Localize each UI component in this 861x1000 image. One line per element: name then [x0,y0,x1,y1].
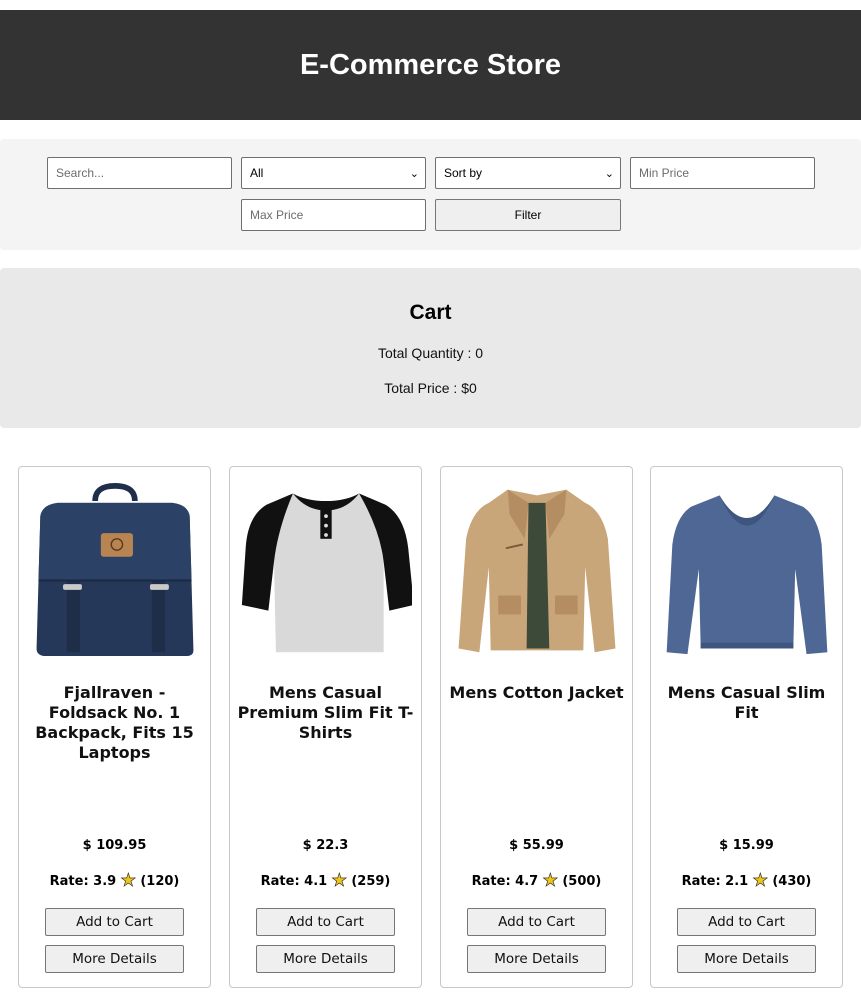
product-price: $ 22.3 [302,838,349,853]
more-details-button[interactable]: More Details [256,945,395,973]
star-icon: ★ [752,870,769,891]
rating-value: Rate: 4.7 [471,873,539,889]
filter-button[interactable]: Filter [435,199,621,231]
backpack-image[interactable] [29,475,201,665]
rating-count: (430) [772,873,812,889]
more-details-button[interactable]: More Details [677,945,816,973]
more-details-button[interactable]: More Details [467,945,606,973]
product-name[interactable]: Fjallraven - Foldsack No. 1 Backpack, Fi… [25,683,204,763]
chevron-down-icon: ⌄ [409,167,419,180]
product-name[interactable]: Mens Casual Premium Slim Fit T-Shirts [236,683,415,743]
filter-bar: Search... All ⌄ Sort by ⌄ Min Price Max … [0,139,861,250]
add-to-cart-button[interactable]: Add to Cart [256,908,395,936]
product-price: $ 109.95 [82,838,147,853]
sort-select[interactable]: Sort by ⌄ [435,157,621,189]
product-rating: Rate: 4.7 ★ (500) [441,870,632,891]
category-select[interactable]: All ⌄ [241,157,426,189]
cart-total-quantity: Total Quantity : 0 [377,345,484,361]
min-price-input[interactable]: Min Price [630,157,815,189]
add-to-cart-button[interactable]: Add to Cart [467,908,606,936]
add-to-cart-button[interactable]: Add to Cart [45,908,184,936]
cart-panel: Cart Total Quantity : 0 Total Price : $0 [0,268,861,428]
max-price-input[interactable]: Max Price [241,199,426,231]
search-placeholder: Search... [56,166,105,180]
product-price: $ 15.99 [719,838,774,853]
max-price-placeholder: Max Price [250,208,304,222]
rating-value: Rate: 4.1 [260,873,328,889]
chevron-down-icon: ⌄ [604,167,614,180]
sweater-image[interactable] [661,475,833,665]
rating-count: (120) [140,873,180,889]
jacket-image[interactable] [451,475,623,665]
product-rating: Rate: 2.1 ★ (430) [651,870,842,891]
search-input[interactable]: Search... [47,157,232,189]
cart-total-price: Total Price : $0 [384,380,477,396]
product-rating: Rate: 3.9 ★ (120) [19,870,210,891]
sort-select-value: Sort by [444,166,483,180]
product-card: Mens Cotton Jacket $ 55.99 Rate: 4.7 ★ (… [440,466,633,988]
product-card: Fjallraven - Foldsack No. 1 Backpack, Fi… [18,466,211,988]
site-header: E-Commerce Store [0,10,861,120]
star-icon: ★ [120,870,137,891]
product-price: $ 55.99 [509,838,564,853]
add-to-cart-button[interactable]: Add to Cart [677,908,816,936]
star-icon: ★ [331,870,348,891]
product-name[interactable]: Mens Casual Slim Fit [657,683,836,723]
rating-value: Rate: 2.1 [681,873,749,889]
rating-value: Rate: 3.9 [49,873,117,889]
rating-count: (259) [351,873,391,889]
tshirt-image[interactable] [240,475,412,665]
category-select-value: All [250,166,264,180]
filter-button-label: Filter [514,208,542,222]
product-card: Mens Casual Slim Fit $ 15.99 Rate: 2.1 ★… [650,466,843,988]
page-title: E-Commerce Store [299,48,562,81]
product-name[interactable]: Mens Cotton Jacket [447,683,626,703]
min-price-placeholder: Min Price [639,166,690,180]
product-card: Mens Casual Premium Slim Fit T-Shirts $ … [229,466,422,988]
star-icon: ★ [542,870,559,891]
rating-count: (500) [562,873,602,889]
more-details-button[interactable]: More Details [45,945,184,973]
product-rating: Rate: 4.1 ★ (259) [230,870,421,891]
cart-title: Cart [409,301,452,324]
